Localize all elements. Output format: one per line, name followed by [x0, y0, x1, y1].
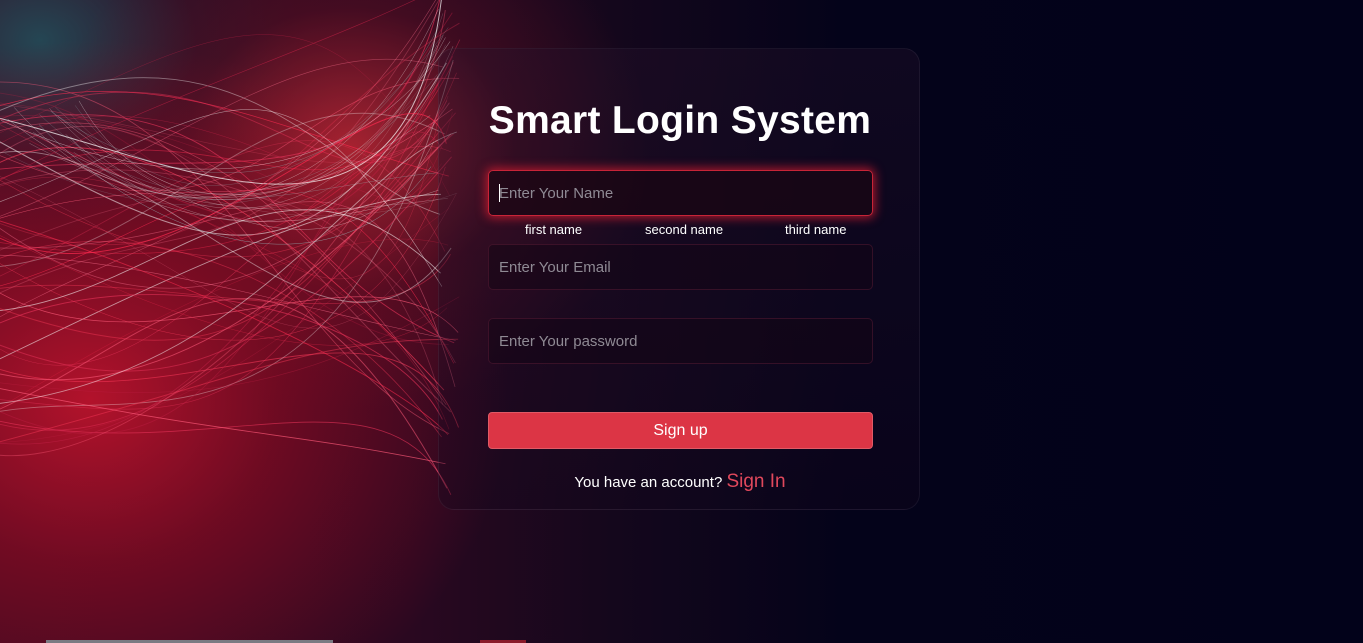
email-input[interactable]	[488, 244, 873, 290]
text-caret	[499, 184, 500, 202]
background-line	[0, 62, 447, 236]
background-line	[0, 147, 445, 391]
signup-card: Smart Login System first name second nam…	[438, 48, 920, 510]
third-name-label: third name	[785, 222, 847, 237]
background-line	[0, 169, 456, 364]
account-prompt: You have an account? Sign In	[439, 471, 921, 493]
background-line	[73, 45, 438, 201]
background-line	[0, 388, 446, 465]
background-line	[7, 9, 439, 198]
background-line	[0, 296, 460, 393]
background-line	[0, 41, 451, 170]
background-line	[0, 241, 442, 438]
background-line	[0, 92, 449, 345]
first-name-label: first name	[525, 222, 583, 237]
background-line	[0, 77, 460, 192]
background-line	[0, 22, 460, 246]
sign-in-link[interactable]: Sign In	[726, 471, 785, 492]
background-line	[4, 44, 446, 206]
sign-up-button[interactable]: Sign up	[488, 412, 873, 449]
background-line	[0, 90, 449, 177]
password-input[interactable]	[488, 318, 873, 364]
page-title: Smart Login System	[488, 99, 872, 142]
signup-page: Smart Login System first name second nam…	[0, 0, 1363, 643]
account-prompt-text: You have an account?	[574, 474, 723, 491]
second-name-label: second name	[645, 222, 724, 237]
background-line	[0, 9, 446, 457]
name-input[interactable]	[488, 170, 873, 216]
